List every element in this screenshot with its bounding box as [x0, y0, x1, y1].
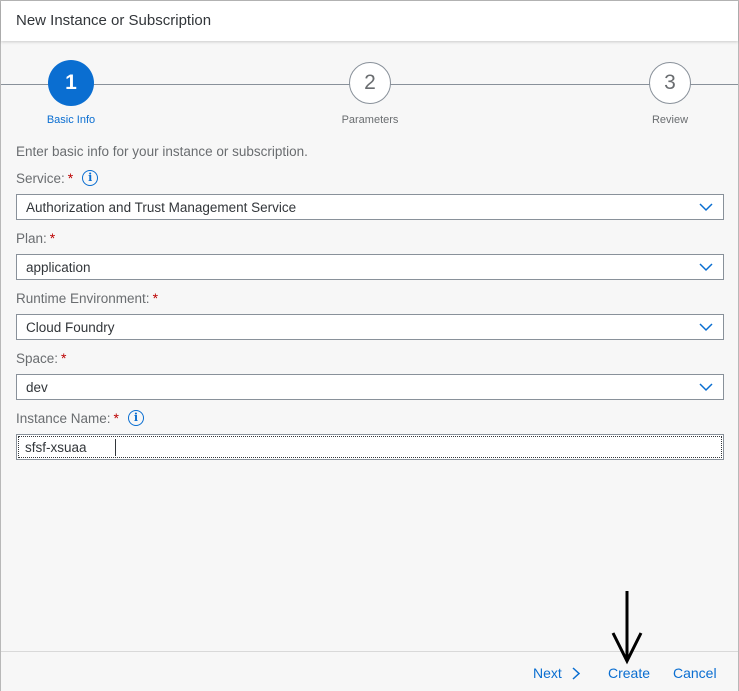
space-label-text: Space:: [16, 350, 59, 366]
plan-select-value: application: [26, 260, 91, 275]
chevron-down-icon: [699, 323, 713, 332]
chevron-down-icon: [699, 203, 713, 212]
plan-label: Plan: *: [16, 230, 55, 246]
next-button[interactable]: Next: [533, 665, 580, 681]
step-number: 3: [649, 62, 691, 104]
runtime-select-value: Cloud Foundry: [26, 320, 115, 335]
new-instance-dialog: New Instance or Subscription 1 Basic Inf…: [0, 0, 739, 691]
step-number: 1: [48, 60, 94, 106]
wizard-step-basic-info[interactable]: 1 Basic Info: [21, 60, 121, 126]
step-label: Parameters: [341, 114, 399, 126]
required-asterisk: *: [113, 410, 119, 426]
runtime-label: Runtime Environment: *: [16, 290, 158, 306]
wizard-progress: 1 Basic Info 2 Parameters 3 Review: [1, 41, 738, 131]
space-select[interactable]: dev: [16, 374, 724, 400]
cancel-button[interactable]: Cancel: [673, 665, 717, 681]
required-asterisk: *: [49, 230, 56, 246]
step-number: 2: [349, 62, 391, 104]
next-button-label: Next: [533, 665, 562, 681]
instance-name-value: sfsf-xsuaa: [25, 440, 87, 455]
chevron-down-icon: [699, 263, 713, 272]
instance-name-label: Instance Name: * i: [16, 410, 144, 426]
required-asterisk: *: [152, 290, 159, 306]
chevron-right-icon: [572, 666, 580, 680]
service-label: Service: * i: [16, 170, 99, 186]
dialog-header: New Instance or Subscription: [1, 1, 738, 41]
runtime-label-text: Runtime Environment:: [16, 290, 150, 306]
info-icon[interactable]: i: [128, 410, 144, 426]
plan-label-text: Plan:: [16, 230, 47, 246]
dialog-title: New Instance or Subscription: [16, 12, 212, 29]
step-label: Basic Info: [46, 114, 96, 126]
instance-name-input[interactable]: sfsf-xsuaa: [16, 434, 724, 460]
space-select-value: dev: [26, 380, 48, 395]
chevron-down-icon: [699, 383, 713, 392]
step-label: Review: [651, 114, 689, 126]
service-select[interactable]: Authorization and Trust Management Servi…: [16, 194, 724, 220]
wizard-step-parameters[interactable]: 2 Parameters: [320, 62, 420, 126]
wizard-step-review[interactable]: 3 Review: [620, 62, 720, 126]
create-button[interactable]: Create: [608, 665, 650, 681]
text-cursor: [115, 439, 116, 456]
runtime-environment-select[interactable]: Cloud Foundry: [16, 314, 724, 340]
arrow-down-annotation-icon: [611, 591, 643, 665]
instance-name-label-text: Instance Name:: [16, 410, 111, 426]
required-asterisk: *: [61, 350, 67, 366]
required-asterisk: *: [67, 170, 74, 186]
info-icon[interactable]: i: [82, 170, 99, 186]
service-label-text: Service:: [16, 170, 65, 186]
form-intro-text: Enter basic info for your instance or su…: [16, 144, 308, 159]
plan-select[interactable]: application: [16, 254, 724, 280]
space-label: Space: *: [16, 350, 66, 366]
service-select-value: Authorization and Trust Management Servi…: [26, 200, 297, 215]
